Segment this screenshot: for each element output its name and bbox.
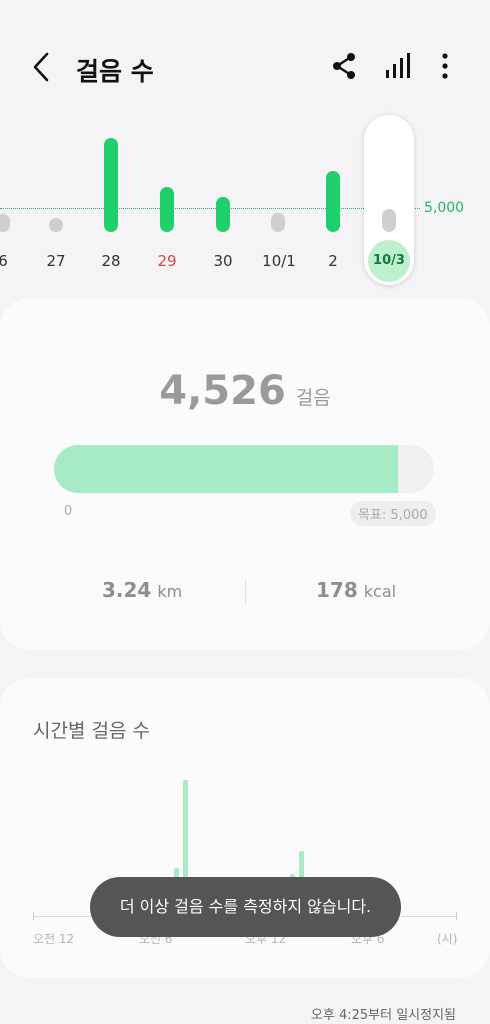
day-bar-27[interactable] <box>49 218 63 232</box>
day-label[interactable]: 28 <box>91 252 131 270</box>
day-label-sunday[interactable]: 29 <box>147 252 187 270</box>
goal-line <box>0 208 420 209</box>
more-vertical-icon <box>442 53 448 79</box>
stats-button[interactable] <box>380 48 414 84</box>
step-count-unit: 걸음 <box>295 387 331 409</box>
distance-stat: 3.24 km <box>102 578 182 602</box>
share-icon <box>333 53 355 79</box>
page-title: 걸음 수 <box>76 57 154 86</box>
distance-unit: km <box>157 582 183 601</box>
progress-fill <box>54 445 398 493</box>
step-count-value: 4,526 <box>159 368 286 414</box>
axis-label: (시) <box>437 932 458 946</box>
calories-value: 178 <box>316 578 358 602</box>
back-arrow-icon <box>33 52 49 82</box>
toast-message: 더 이상 걸음 수를 측정하지 않습니다. <box>90 877 401 937</box>
day-bar-30[interactable] <box>216 197 230 232</box>
day-bar-2[interactable] <box>326 171 340 232</box>
axis-tick <box>456 912 457 920</box>
stat-divider <box>245 580 246 604</box>
distance-value: 3.24 <box>102 578 152 602</box>
more-options-button[interactable] <box>428 48 462 84</box>
bar-signal-icon <box>386 53 410 78</box>
day-bar-28[interactable] <box>104 138 118 232</box>
step-count: 4,526 걸음 <box>0 368 490 414</box>
day-label[interactable]: 6 <box>0 252 23 270</box>
goal-line-label: 5,000 <box>424 200 465 216</box>
axis-tick <box>33 912 34 920</box>
hourly-title: 시간별 걸음 수 <box>33 720 150 742</box>
goal-badge: 목표: 5,000 <box>350 501 436 526</box>
day-bar-29[interactable] <box>160 187 174 232</box>
day-label[interactable]: 27 <box>36 252 76 270</box>
paused-status: 오후 4:25부터 일시정지됨 <box>310 1008 456 1023</box>
progress-start-label: 0 <box>64 504 73 519</box>
axis-label: 오전 12 <box>33 932 75 946</box>
calories-unit: kcal <box>363 582 397 601</box>
share-button[interactable] <box>327 48 361 84</box>
selected-date-badge[interactable]: 10/3 <box>368 240 410 282</box>
back-button[interactable] <box>28 50 58 84</box>
day-label[interactable]: 10/1 <box>259 252 299 270</box>
day-bar-6[interactable] <box>0 214 10 232</box>
app-header: 걸음 수 <box>0 0 490 120</box>
calories-stat: 178 kcal <box>316 578 396 602</box>
day-bar-10-1[interactable] <box>271 213 285 232</box>
day-bar-10-3[interactable] <box>382 209 396 232</box>
day-label[interactable]: 2 <box>313 252 353 270</box>
day-label[interactable]: 30 <box>203 252 243 270</box>
